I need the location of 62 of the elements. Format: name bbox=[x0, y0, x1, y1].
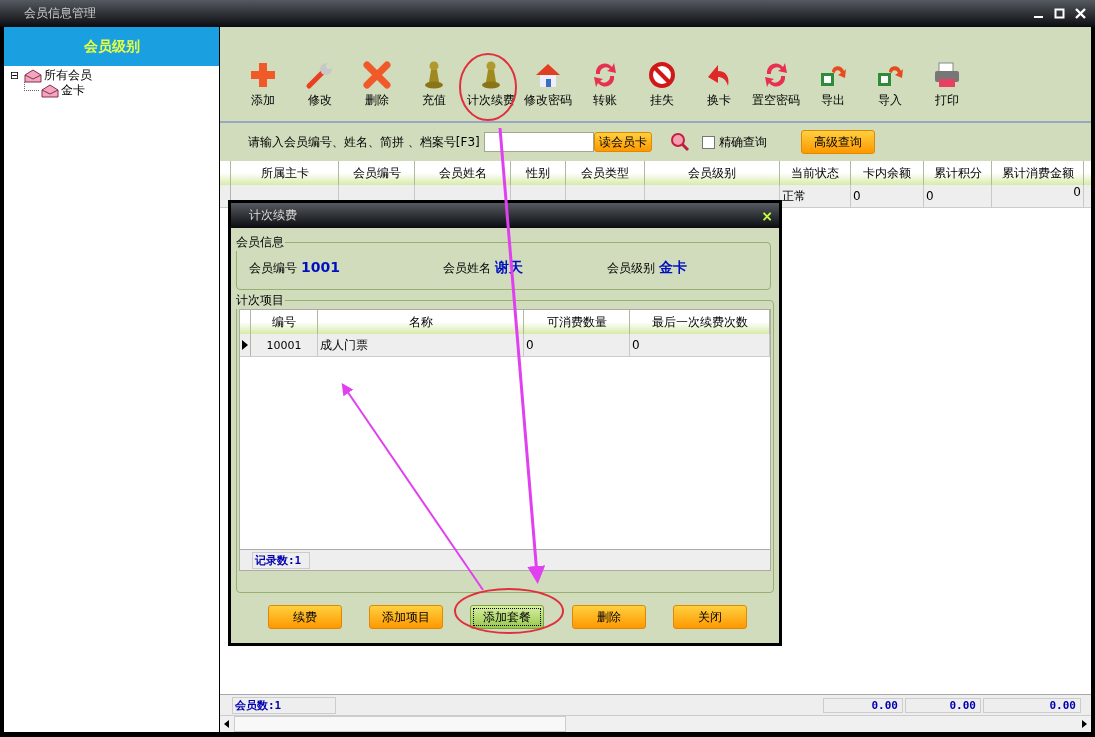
read-card-button[interactable]: 读会员卡 bbox=[593, 132, 652, 152]
collapse-toggle[interactable]: ⊟ bbox=[10, 69, 22, 82]
table-cell: 0 bbox=[924, 185, 992, 207]
table-cell: 0 bbox=[630, 334, 770, 356]
group-title: 计次项目 bbox=[235, 292, 285, 309]
record-count: 记录数:1 bbox=[252, 551, 311, 569]
highlight-ellipse bbox=[459, 53, 517, 121]
toolbar-button[interactable]: 计次续费 bbox=[462, 60, 519, 109]
table-cell: 10001 bbox=[251, 334, 318, 356]
scroll-right-icon[interactable] bbox=[1079, 719, 1089, 729]
dialog-button[interactable]: 添加套餐 bbox=[470, 605, 545, 629]
search-field[interactable] bbox=[483, 132, 594, 152]
horizontal-scrollbar[interactable] bbox=[220, 715, 1091, 732]
field-label: 会员姓名 bbox=[443, 260, 491, 277]
toolbar-button[interactable]: 换卡 bbox=[690, 60, 747, 109]
toolbar-button[interactable]: 修改 bbox=[291, 60, 348, 109]
member-count: 会员数:1 bbox=[232, 696, 336, 714]
scroll-left-icon[interactable] bbox=[222, 719, 232, 729]
wrench-icon bbox=[304, 60, 335, 90]
dialog-button[interactable]: 关闭 bbox=[673, 605, 748, 629]
toolbar-button[interactable]: 打印 bbox=[918, 60, 975, 109]
table-cell: 0 bbox=[524, 334, 630, 356]
folder-icon bbox=[41, 83, 59, 98]
close-button[interactable]: × bbox=[761, 207, 773, 224]
tree-item[interactable]: 金卡 bbox=[61, 82, 85, 99]
exact-query-checkbox[interactable] bbox=[701, 135, 715, 149]
dialog-title: 计次续费 bbox=[249, 207, 297, 224]
table-cell: 0 bbox=[851, 185, 924, 207]
total-value: 0.00 bbox=[823, 697, 903, 713]
table-cell: 成人门票 bbox=[318, 334, 524, 356]
search-icon[interactable] bbox=[669, 132, 690, 152]
toolbar-button[interactable]: 修改密码 bbox=[519, 60, 576, 109]
maximize-icon[interactable] bbox=[1054, 7, 1066, 20]
toolbar-button[interactable]: 删除 bbox=[348, 60, 405, 109]
checkbox-label: 精确查询 bbox=[718, 133, 767, 151]
toolbar-button[interactable]: 挂失 bbox=[633, 60, 690, 109]
sidebar-title: 会员级别 bbox=[83, 37, 140, 56]
tree-item[interactable]: 所有会员 bbox=[44, 67, 92, 84]
field-value: 金卡 bbox=[659, 259, 687, 277]
toolbar-button[interactable]: 导出 bbox=[804, 60, 861, 109]
toolbar-button[interactable]: 转账 bbox=[576, 60, 633, 109]
dialog-button[interactable]: 续费 bbox=[267, 605, 342, 629]
toolbar-button[interactable]: 充值 bbox=[405, 60, 462, 109]
advanced-search-button[interactable]: 高级查询 bbox=[800, 130, 875, 154]
toolbar-button[interactable]: 置空密码 bbox=[747, 60, 804, 109]
dialog-button[interactable]: 删除 bbox=[571, 605, 646, 629]
field-label: 会员级别 bbox=[607, 260, 655, 277]
field-value: 1001 bbox=[301, 259, 340, 275]
folder-icon bbox=[24, 68, 42, 83]
search-label: 请输入会员编号、姓名、简拼 、档案号[F3] bbox=[248, 133, 480, 151]
close-icon[interactable] bbox=[1075, 7, 1087, 20]
cross-icon bbox=[361, 60, 392, 90]
table-cell: 0 bbox=[992, 185, 1084, 207]
toolbar-button[interactable]: 添加 bbox=[234, 60, 291, 109]
group-title: 会员信息 bbox=[235, 234, 285, 251]
dialog-button[interactable]: 添加项目 bbox=[369, 605, 444, 629]
field-label: 会员编号 bbox=[249, 260, 297, 277]
window-title: 会员信息管理 bbox=[24, 5, 96, 22]
total-value: 0.00 bbox=[905, 697, 981, 713]
prohibited-icon bbox=[646, 60, 677, 90]
total-value: 0.00 bbox=[983, 697, 1081, 713]
toolbar-button[interactable]: 导入 bbox=[861, 60, 918, 109]
